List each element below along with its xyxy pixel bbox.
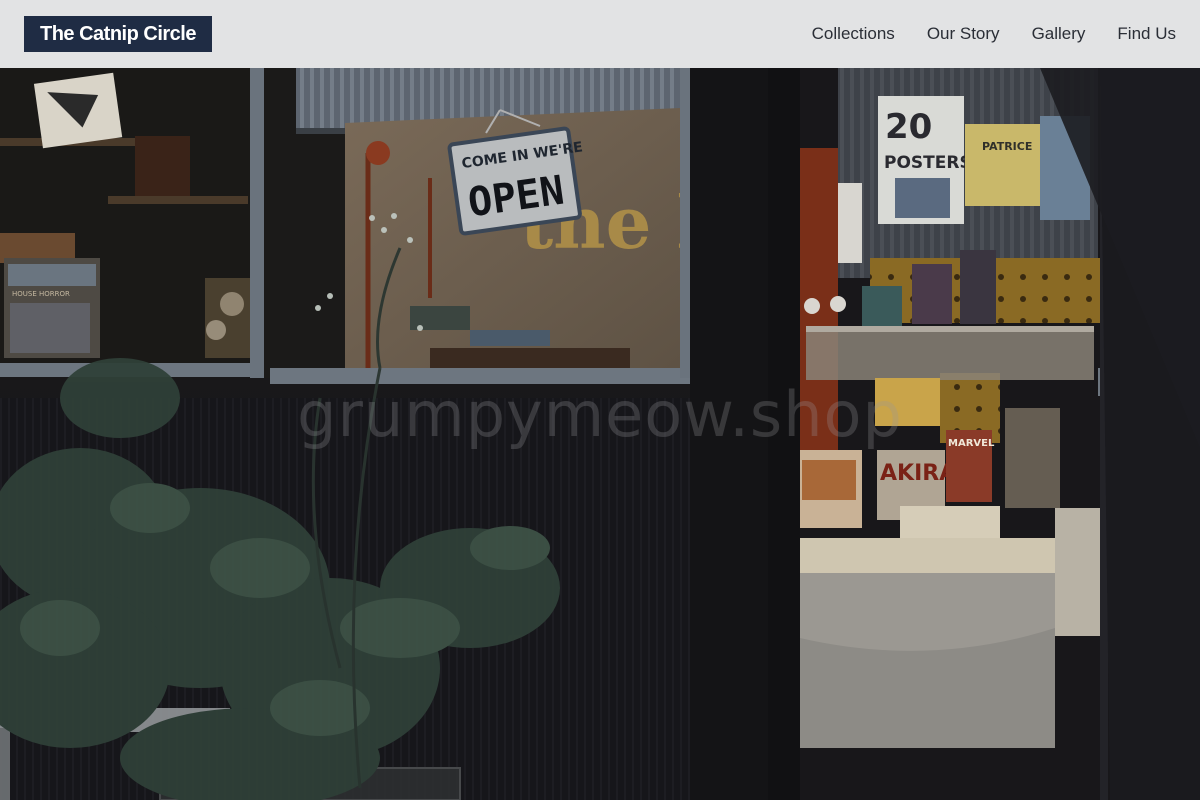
- hero-image: HOUSE HORROR the lezca: [0, 68, 1200, 800]
- top-navbar: The Catnip Circle Collections Our Story …: [0, 0, 1200, 68]
- svg-text:PATRICE: PATRICE: [982, 140, 1032, 153]
- brand-logo-link[interactable]: The Catnip Circle: [24, 16, 212, 52]
- nav-link-our-story[interactable]: Our Story: [927, 24, 1000, 44]
- main-nav: Collections Our Story Gallery Find Us: [812, 24, 1176, 44]
- nav-link-collections[interactable]: Collections: [812, 24, 895, 44]
- book-marvel-label: MARVEL: [948, 438, 995, 449]
- page: The Catnip Circle Collections Our Story …: [0, 0, 1200, 800]
- right-interior: 20 POSTERS PATRICE AKIRA MARVEL: [690, 68, 1200, 800]
- nav-link-gallery[interactable]: Gallery: [1032, 24, 1086, 44]
- open-sign: COME IN WE'RE OPEN: [447, 126, 584, 236]
- nav-link-find-us[interactable]: Find Us: [1117, 24, 1176, 44]
- book-akira-label: AKIRA: [880, 461, 956, 486]
- svg-text:20: 20: [885, 107, 932, 147]
- book-house-horror-label: HOUSE HORROR: [12, 290, 70, 298]
- poster-patrice: [965, 124, 1041, 206]
- storefront-illustration: HOUSE HORROR the lezca: [0, 68, 1200, 800]
- svg-text:POSTERS: POSTERS: [884, 153, 972, 173]
- left-window: HOUSE HORROR: [0, 68, 270, 378]
